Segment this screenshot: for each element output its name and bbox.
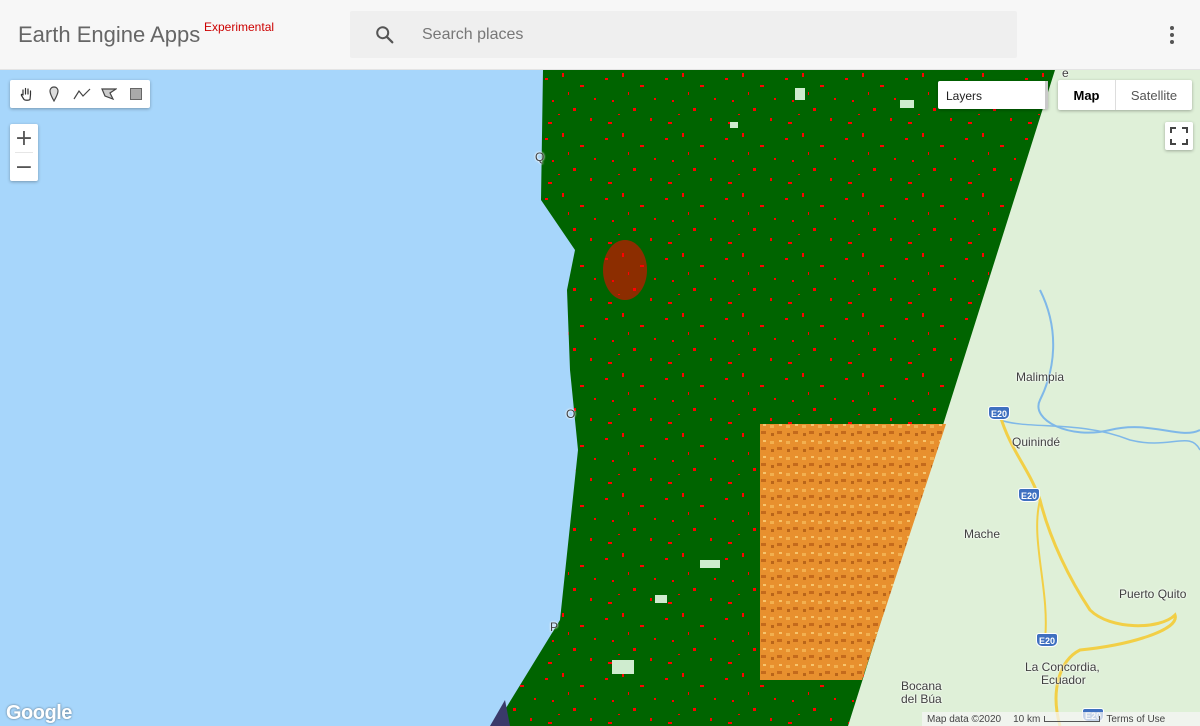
zoom-control: + − — [10, 124, 38, 181]
polygon-tool-button[interactable] — [95, 80, 122, 108]
map-data-attribution[interactable]: Map data ©2020 — [922, 714, 1001, 725]
terms-link[interactable]: Terms of Use — [1106, 714, 1165, 725]
cleared-patch — [730, 122, 738, 128]
place-label-malimpia[interactable]: Malimpia — [1016, 371, 1064, 384]
map-footer: Map data ©2020 10 km Terms of Use — [922, 712, 1200, 726]
map-layers — [490, 70, 1200, 726]
search-box[interactable] — [350, 11, 1017, 58]
app-header: Earth Engine Apps Experimental — [0, 0, 1200, 70]
layers-scrollbar[interactable] — [1045, 81, 1048, 109]
place-label-puerto-quito[interactable]: Puerto Quito — [1119, 588, 1186, 601]
drawing-toolbar — [10, 80, 150, 108]
road-shield-e20: E20 — [1036, 633, 1058, 647]
cleared-patch — [655, 595, 667, 603]
fullscreen-button[interactable] — [1165, 122, 1193, 150]
cleared-patch — [900, 100, 914, 108]
coast-label-e: e — [1062, 70, 1069, 80]
dark-edge — [490, 700, 510, 726]
rectangle-icon — [130, 88, 143, 100]
coast-label-p: P — [550, 620, 559, 634]
road-shield-e20: E20 — [1018, 488, 1040, 502]
zoom-in-button[interactable]: + — [10, 124, 38, 152]
coast-label-q: Q — [535, 150, 545, 164]
cleared-patch — [795, 88, 805, 100]
cleared-patch — [700, 560, 720, 568]
place-label-la-concordia[interactable]: La Concordia, Ecuador — [1025, 661, 1100, 687]
map-type-map-button[interactable]: Map — [1058, 80, 1116, 110]
hand-icon — [20, 87, 31, 101]
marker-icon — [49, 86, 59, 102]
experimental-badge: Experimental — [204, 20, 275, 34]
scale-bar — [1044, 716, 1101, 722]
cleared-patch — [612, 660, 634, 674]
zoom-out-button[interactable]: − — [10, 153, 38, 181]
more-vert-icon[interactable] — [1162, 24, 1182, 46]
layers-label: Layers — [946, 89, 983, 103]
search-input[interactable] — [422, 23, 982, 47]
map-canvas[interactable]: Q O P e Malimpia Quinindé Mache Puerto Q… — [0, 70, 1200, 726]
rectangle-tool-button[interactable] — [123, 80, 150, 108]
app-title: Earth Engine Apps — [18, 22, 201, 47]
line-icon — [73, 88, 90, 100]
polygon-icon — [101, 88, 117, 101]
search-icon[interactable] — [374, 24, 396, 46]
place-label-bocana[interactable]: Bocana del Búa — [901, 680, 942, 706]
road-shield-e20: E20 — [988, 406, 1010, 420]
fullscreen-icon — [1170, 127, 1188, 145]
google-logo: Google — [6, 702, 72, 724]
map-type-control: Map Satellite — [1058, 80, 1192, 110]
marker-tool-button[interactable] — [40, 80, 67, 108]
place-label-quininde[interactable]: Quinindé — [1012, 436, 1060, 449]
scale-label[interactable]: 10 km — [1001, 714, 1040, 725]
place-label-line: Ecuador — [1041, 673, 1086, 687]
deforestation-cluster — [603, 240, 647, 300]
coast-label-o: O — [566, 407, 576, 421]
map-type-satellite-button[interactable]: Satellite — [1116, 80, 1192, 110]
place-label-line: del Búa — [901, 692, 942, 706]
layers-dropdown[interactable]: Layers — [938, 81, 1048, 109]
pan-tool-button[interactable] — [13, 80, 40, 108]
place-label-mache[interactable]: Mache — [964, 528, 1000, 541]
line-tool-button[interactable] — [68, 80, 95, 108]
